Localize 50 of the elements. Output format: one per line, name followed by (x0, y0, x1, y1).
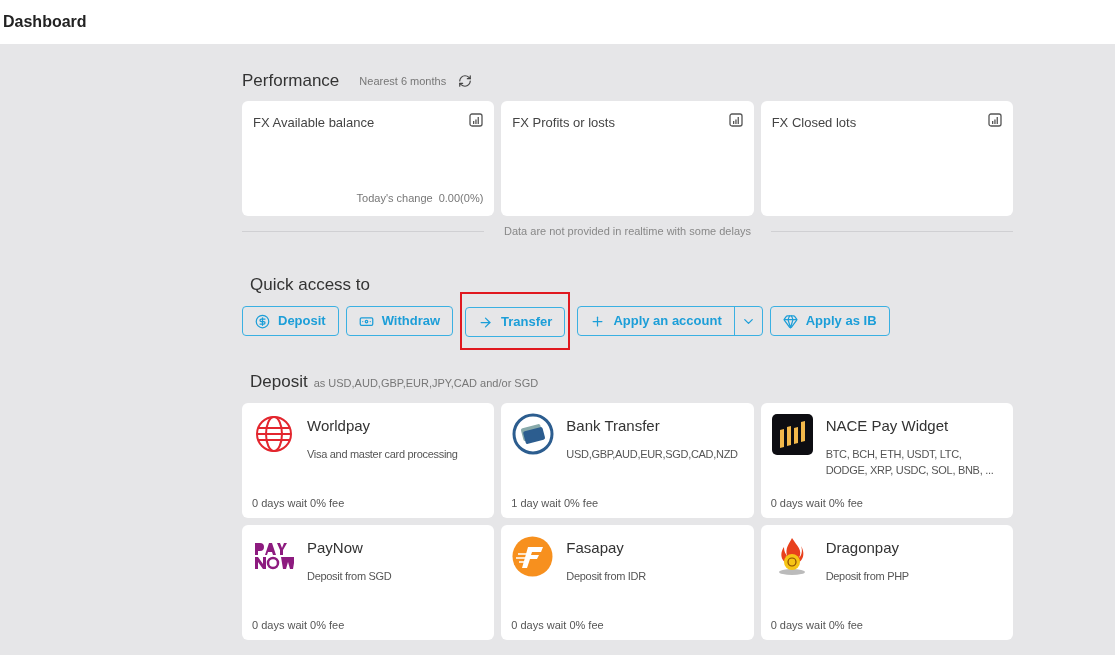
f-letter-logo-icon (512, 535, 554, 577)
card-title: FX Closed lots (771, 114, 857, 132)
dollar-coin-icon (255, 313, 270, 329)
method-name: Bank Transfer (566, 415, 661, 436)
paynow-logo-icon (253, 541, 294, 571)
method-name: Fasapay (566, 537, 625, 558)
bar-chart-icon[interactable] (988, 113, 1002, 127)
change-label: Today's change (356, 190, 433, 206)
change-value: 0.00(0%) (438, 190, 484, 206)
payment-method-card[interactable]: NACE Pay Widget BTC, BCH, ETH, USDT, LTC, DODGE, XRP, USDC, SOL, BNB, ... 0 days wait 0% fee (760, 402, 1013, 518)
card-title: FX Available balance (253, 114, 375, 132)
method-terms: 0 days wait 0% fee (252, 618, 346, 633)
method-name: Worldpay (307, 415, 372, 436)
bank-card-logo-icon (511, 413, 554, 455)
refresh-icon[interactable] (458, 74, 473, 88)
method-description: USD,GBP,AUD,EUR,SGD,CAD,NZD (566, 447, 738, 462)
payment-method-card[interactable]: Bank Transfer USD,GBP,AUD,EUR,SGD,CAD,NZD 1 day wait 0% fee (501, 402, 754, 518)
plus-icon (590, 313, 606, 329)
payment-method-card[interactable]: PayNow Deposit from SGD 0 days wait 0% fee (242, 524, 495, 640)
bars-logo-icon (771, 413, 813, 455)
method-description: Deposit from SGD (307, 569, 392, 584)
method-name: NACE Pay Widget (825, 415, 950, 436)
method-name: Dragonpay (825, 537, 901, 558)
method-terms: 0 days wait 0% fee (252, 496, 346, 511)
method-description: Visa and master card processing (307, 447, 458, 462)
section-subtitle: as USD,AUD,GBP,EUR,JPY,CAD and/or SGD (313, 376, 539, 391)
section-title: Quick access to (250, 274, 370, 294)
bar-chart-icon[interactable] (728, 113, 743, 127)
method-terms: 0 days wait 0% fee (770, 496, 864, 511)
card-title: FX Profits or losts (512, 114, 615, 132)
method-terms: 0 days wait 0% fee (770, 618, 864, 633)
globe-logo-icon (253, 414, 294, 454)
method-terms: 1 day wait 0% fee (511, 496, 600, 511)
method-terms: 0 days wait 0% fee (511, 618, 605, 633)
method-description: Deposit from PHP (825, 569, 909, 584)
delay-note: Data are not provided in realtime with some delays (504, 224, 751, 239)
flame-logo-icon (777, 536, 808, 576)
method-description: Deposit from IDR (566, 569, 646, 584)
payment-method-card[interactable]: Worldpay Visa and master card processing 0 days wait 0% fee (242, 402, 495, 518)
diamond-icon (782, 313, 798, 329)
payment-method-card[interactable]: Fasapay Deposit from IDR 0 days wait 0% fee (501, 524, 754, 640)
page-title: Dashboard (3, 12, 87, 32)
period-label: Nearest 6 months (359, 73, 447, 89)
method-name: PayNow (307, 537, 364, 558)
section-title: Performance (242, 70, 340, 93)
arrow-right-icon (478, 314, 494, 330)
bar-chart-icon[interactable] (469, 113, 484, 127)
section-title: Deposit (250, 371, 308, 393)
payment-method-card[interactable]: Dragonpay Deposit from PHP 0 days wait 0% fee (760, 524, 1013, 640)
method-description: BTC, BCH, ETH, USDT, LTC, DODGE, XRP, USDC, SOL, BNB, ... (825, 447, 995, 478)
